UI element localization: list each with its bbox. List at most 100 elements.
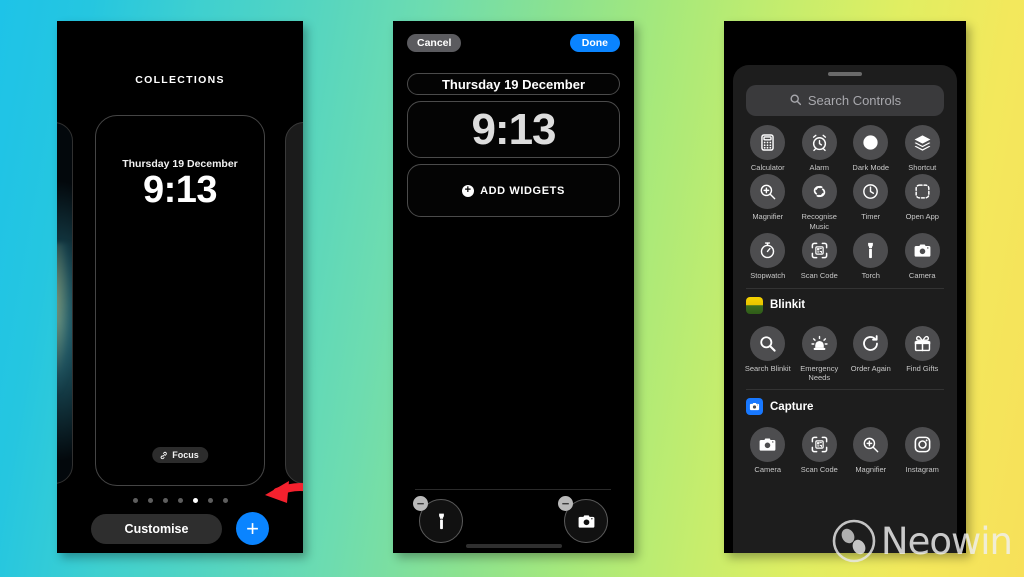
open-app-icon[interactable] — [904, 174, 940, 210]
shortcut-icon[interactable] — [904, 125, 940, 160]
wallpaper-card-selected[interactable]: Thursday 19 December 9:13 Focus — [95, 115, 265, 486]
search-controls-input[interactable]: Search Controls — [746, 85, 944, 116]
editor-toolbar: Cancel Done — [393, 34, 634, 52]
calculator-icon[interactable] — [750, 125, 786, 160]
control-label: Calculator — [750, 163, 785, 172]
timer-icon[interactable] — [853, 174, 889, 210]
control-find-gifts[interactable]: Find Gifts — [897, 325, 949, 383]
controls-grid: Search Blinkit Emergency Needs Order Again… — [733, 325, 957, 383]
instagram-icon[interactable] — [904, 427, 940, 463]
control-label: Order Again — [850, 363, 891, 373]
date-widget-slot[interactable]: Thursday 19 December — [407, 73, 620, 95]
control-label: Magnifier — [752, 212, 784, 222]
shazam-icon[interactable] — [801, 174, 837, 210]
lockscreen-time: 9:13 — [142, 169, 218, 211]
controls-grid: Camera Scan Code Magnifier Instagram — [733, 427, 957, 474]
camera-icon[interactable] — [750, 427, 786, 463]
blinkit-app-icon — [746, 296, 763, 314]
control-alarm[interactable]: Alarm — [794, 125, 846, 172]
control-stopwatch[interactable]: Stopwatch — [742, 233, 794, 280]
page-dot-0[interactable] — [132, 498, 138, 503]
gift-icon[interactable] — [904, 325, 940, 361]
capture-app-icon — [746, 398, 763, 416]
control-search-blinkit[interactable]: Search Blinkit — [742, 325, 794, 383]
quick-control-camera[interactable]: − — [558, 496, 608, 543]
quick-controls-row: − − — [393, 496, 634, 543]
time-widget-slot[interactable]: 9:13 — [407, 101, 620, 158]
focus-link-icon — [159, 451, 168, 460]
stopwatch-icon[interactable] — [750, 233, 786, 269]
control-timer[interactable]: Timer — [845, 174, 897, 231]
phone-lockscreen-editor: Cancel Done Thursday 19 December 9:13 + … — [393, 21, 634, 553]
control-magnifier[interactable]: Magnifier — [845, 427, 897, 474]
page-dot-3[interactable] — [177, 498, 183, 503]
earth-wallpaper-image — [57, 243, 72, 393]
page-dots[interactable] — [57, 498, 303, 503]
controls-gallery-sheet: Search Controls Calculator Alarm Dark Mode… — [733, 65, 957, 553]
siren-icon[interactable] — [801, 325, 837, 361]
remove-control-icon[interactable]: − — [413, 496, 428, 511]
control-label: Search Blinkit — [744, 363, 791, 373]
control-camera[interactable]: Camera — [897, 233, 949, 280]
section-title: Blinkit — [770, 299, 806, 311]
page-dot-1[interactable] — [147, 498, 153, 503]
control-label: Instagram — [905, 465, 939, 475]
reorder-icon[interactable] — [853, 325, 889, 361]
camera-icon[interactable] — [904, 233, 940, 269]
control-open-app[interactable]: Open App — [897, 174, 949, 231]
torch-icon[interactable] — [853, 233, 889, 269]
control-instagram[interactable]: Instagram — [897, 427, 949, 474]
control-label: Scan Code — [800, 271, 838, 281]
page-dot-2[interactable] — [162, 498, 168, 503]
section-title: Capture — [770, 400, 814, 413]
phone-lockscreen-gallery: COLLECTIONS Thursday 19 December 9:13 Fo… — [57, 21, 303, 553]
wallpaper-card-next[interactable] — [285, 122, 303, 484]
quick-control-torch[interactable]: − — [413, 496, 463, 543]
page-dot-5[interactable] — [207, 498, 213, 503]
done-button[interactable]: Done — [569, 34, 620, 52]
dark-mode-icon[interactable] — [853, 125, 889, 160]
home-indicator — [465, 544, 562, 548]
page-title: COLLECTIONS — [135, 74, 225, 86]
controls-sections: Calculator Alarm Dark Mode Shortcut Magnifie… — [733, 125, 957, 475]
control-scan-code[interactable]: Scan Code — [794, 233, 846, 280]
magnifier-icon[interactable] — [750, 174, 786, 210]
control-emergency-needs[interactable]: Emergency Needs — [794, 325, 846, 383]
control-label: Find Gifts — [906, 363, 939, 373]
phone-controls-gallery: Search Controls Calculator Alarm Dark Mode… — [724, 21, 966, 553]
alarm-icon[interactable] — [801, 125, 837, 160]
search-icon[interactable] — [750, 325, 786, 361]
control-scan-code[interactable]: Scan Code — [794, 427, 846, 474]
control-label: Camera — [908, 271, 936, 281]
sheet-grabber[interactable] — [828, 72, 862, 76]
customise-button[interactable]: Customise — [91, 513, 222, 544]
control-calculator[interactable]: Calculator — [742, 125, 794, 172]
remove-control-icon[interactable]: − — [558, 496, 573, 511]
lockscreen-bottom-bar: Customise + — [57, 512, 303, 545]
search-placeholder-text: Search Controls — [807, 93, 902, 108]
control-label: Stopwatch — [750, 271, 786, 281]
control-label: Open App — [905, 212, 939, 222]
add-wallpaper-button[interactable]: + — [236, 512, 269, 545]
plus-icon: + — [462, 184, 475, 197]
control-dark-mode[interactable]: Dark Mode — [845, 125, 897, 172]
control-torch[interactable]: Torch — [845, 233, 897, 280]
control-label: Magnifier — [855, 465, 887, 475]
control-camera[interactable]: Camera — [742, 427, 794, 474]
scan-code-icon[interactable] — [801, 233, 837, 269]
magnifier-icon[interactable] — [853, 427, 889, 463]
control-label: Recognise Music — [801, 212, 837, 231]
control-order-again[interactable]: Order Again — [845, 325, 897, 383]
control-recognise-music[interactable]: Recognise Music — [794, 174, 846, 231]
focus-pill[interactable]: Focus — [152, 447, 208, 463]
scan-code-icon[interactable] — [801, 427, 837, 463]
add-widgets-slot[interactable]: + ADD WIDGETS — [407, 164, 620, 217]
page-dot-6[interactable] — [222, 498, 228, 503]
cancel-button[interactable]: Cancel — [407, 34, 462, 52]
control-shortcut[interactable]: Shortcut — [897, 125, 949, 172]
divider — [415, 489, 611, 490]
control-magnifier[interactable]: Magnifier — [742, 174, 794, 231]
page-dot-4[interactable] — [192, 498, 198, 503]
wallpaper-card-previous[interactable] — [57, 122, 73, 484]
add-widgets-label: ADD WIDGETS — [480, 184, 565, 197]
